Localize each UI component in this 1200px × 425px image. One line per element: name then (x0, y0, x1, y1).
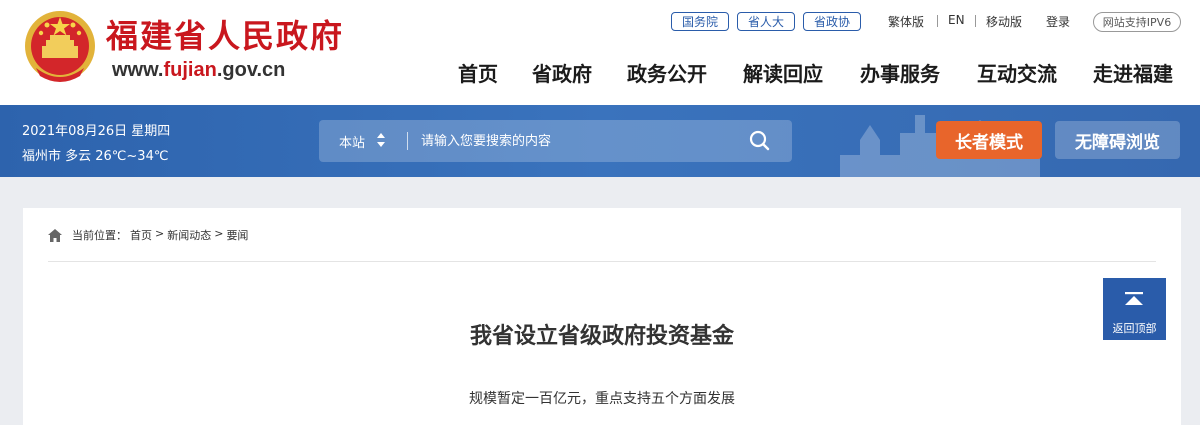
top-divider (937, 15, 938, 27)
breadcrumb-separator: > (214, 227, 224, 240)
url-prefix: www. (112, 59, 164, 81)
site-url[interactable]: www.fujian.gov.cn (112, 59, 285, 82)
accessibility-button[interactable]: 无障碍浏览 (1055, 121, 1180, 159)
breadcrumb-separator: > (155, 227, 165, 240)
nav-provincial-government[interactable]: 省政府 (532, 58, 592, 87)
current-date: 2021年08月26日 星期四 (22, 124, 171, 139)
site-title[interactable]: 福建省人民政府 (106, 11, 344, 57)
sort-arrows-icon[interactable] (376, 132, 386, 148)
breadcrumb-divider (48, 261, 1156, 262)
nav-government-affairs[interactable]: 政务公开 (627, 58, 707, 87)
link-english[interactable]: EN (948, 13, 965, 27)
search-input[interactable] (421, 129, 731, 153)
elder-mode-button[interactable]: 长者模式 (936, 121, 1042, 159)
link-traditional-chinese[interactable]: 繁体版 (888, 13, 924, 30)
url-highlight: fujian (163, 59, 217, 81)
breadcrumb-item-news[interactable]: 新闻动态 (167, 227, 211, 243)
link-login[interactable]: 登录 (1046, 13, 1070, 30)
link-provincial-cppcc[interactable]: 省政协 (803, 12, 861, 31)
breadcrumb-item-home[interactable]: 首页 (130, 227, 152, 243)
home-icon (48, 229, 62, 242)
breadcrumb-item-headlines[interactable]: 要闻 (226, 227, 248, 243)
nav-interaction[interactable]: 互动交流 (977, 58, 1057, 87)
breadcrumb: 当前位置： 首页 > 新闻动态 > 要闻 (72, 227, 248, 243)
national-emblem-icon[interactable] (20, 8, 100, 88)
search-divider (407, 132, 408, 150)
link-mobile[interactable]: 移动版 (986, 13, 1022, 30)
url-suffix: .gov.cn (216, 59, 286, 81)
nav-home[interactable]: 首页 (458, 58, 498, 87)
link-state-council[interactable]: 国务院 (671, 12, 729, 31)
back-to-top-button[interactable]: 返回顶部 (1103, 278, 1166, 340)
site-header: 福建省人民政府 www.fujian.gov.cn 国务院 省人大 省政协 繁体… (0, 0, 1200, 105)
nav-services[interactable]: 办事服务 (860, 58, 940, 87)
search-bar: 本站 (319, 120, 792, 162)
article-card: 当前位置： 首页 > 新闻动态 > 要闻 我省设立省级政府投资基金 规模暂定一百… (23, 208, 1181, 425)
top-divider (975, 15, 976, 27)
toolbar-band: 2021年08月26日 星期四 福州市 多云 26℃~34℃ 本站 长者模式 无… (0, 105, 1200, 177)
search-icon[interactable] (747, 129, 773, 153)
nav-interpretation[interactable]: 解读回应 (743, 58, 823, 87)
link-provincial-congress[interactable]: 省人大 (737, 12, 795, 31)
article-subtitle: 规模暂定一百亿元，重点支持五个方面发展 (469, 391, 735, 407)
breadcrumb-label: 当前位置： (72, 229, 127, 242)
back-to-top-label: 返回顶部 (1112, 322, 1157, 335)
nav-about-fujian[interactable]: 走进福建 (1093, 58, 1173, 87)
arrow-up-icon (1125, 292, 1143, 305)
ipv6-badge: 网站支持IPV6 (1093, 12, 1181, 32)
article-title: 我省设立省级政府投资基金 (469, 324, 734, 349)
weather-info: 福州市 多云 26℃~34℃ (22, 149, 169, 164)
search-scope-select[interactable]: 本站 (339, 132, 365, 151)
